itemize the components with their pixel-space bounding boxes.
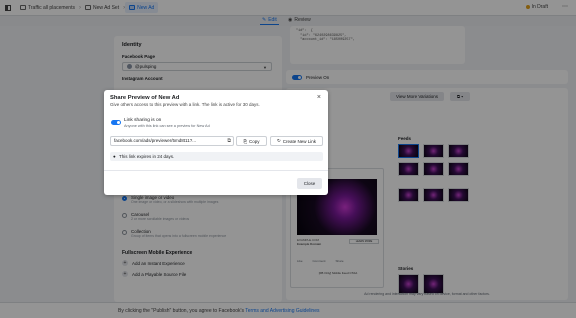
copy-icon: ⎘ — [243, 138, 248, 144]
link-sharing-label: Link sharing is on — [124, 118, 162, 123]
copy-button[interactable]: ⎘ Copy — [236, 136, 267, 146]
lightbulb-icon: ● — [113, 154, 116, 159]
expiry-text: This link expires in 24 days. — [119, 154, 175, 159]
share-preview-dialog: Share Preview of New Ad Give others acce… — [104, 90, 328, 195]
expiry-note: ● This link expires in 24 days. — [110, 152, 323, 161]
link-sharing-toggle[interactable] — [111, 120, 121, 125]
button-label: Copy — [249, 138, 260, 144]
share-link-value: facebook.com/ads/previewer/5md8t11?... — [114, 138, 196, 143]
dialog-title: Share Preview of New Ad — [110, 95, 180, 101]
share-link-field[interactable]: facebook.com/ads/previewer/5md8t11?... ⧉ — [110, 136, 234, 146]
close-button[interactable]: Close — [297, 178, 322, 189]
dialog-subtitle: Give others access to this preview with … — [110, 102, 260, 107]
create-new-link-button[interactable]: ↻ Create New Link — [270, 136, 323, 146]
button-label: Close — [303, 181, 316, 186]
open-link-icon[interactable]: ⧉ — [227, 137, 231, 145]
divider — [104, 170, 328, 171]
link-sharing-desc: Anyone with this link can see a preview … — [124, 124, 210, 128]
close-icon[interactable]: × — [317, 94, 321, 101]
refresh-icon: ↻ — [276, 138, 281, 143]
button-label: Create New Link — [282, 138, 317, 144]
